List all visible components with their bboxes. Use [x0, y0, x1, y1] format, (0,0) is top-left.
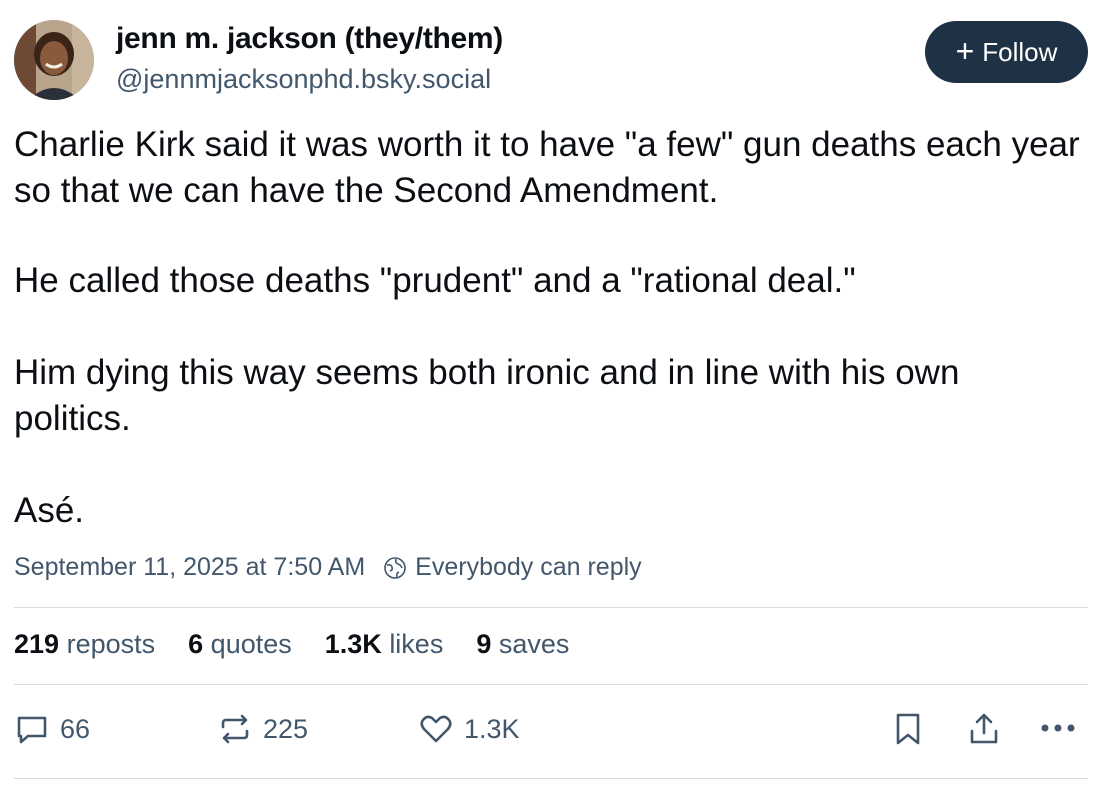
- reposts-count: 219: [14, 629, 60, 659]
- repost-icon: [217, 711, 253, 747]
- post-paragraph: Him dying this way seems both ironic and…: [14, 353, 960, 438]
- share-icon: [966, 713, 1002, 751]
- post-card: jenn m. jackson (they/them) @jennmjackso…: [0, 0, 1100, 785]
- like-count: 1.3K: [464, 713, 520, 744]
- engagement-stats: 219 reposts 6 quotes 1.3K likes 9 saves: [14, 629, 602, 660]
- bookmark-icon: [893, 713, 923, 751]
- reposts-label: reposts: [66, 629, 156, 659]
- reply-setting: Everybody can reply: [415, 553, 642, 581]
- repost-count: 225: [263, 713, 309, 744]
- avatar[interactable]: [14, 20, 94, 100]
- reply-bubble-icon: [14, 711, 50, 747]
- saves-label: saves: [498, 629, 570, 659]
- follow-button-label: Follow: [982, 36, 1058, 67]
- plus-icon: +: [955, 32, 975, 69]
- globe-icon: [383, 556, 407, 580]
- likes-count: 1.3K: [324, 629, 382, 659]
- more-options-button[interactable]: [1038, 716, 1078, 745]
- likes-label: likes: [389, 629, 444, 659]
- author-display-name[interactable]: jenn m. jackson (they/them): [116, 22, 503, 56]
- likes-stat[interactable]: 1.3K likes: [325, 629, 444, 660]
- divider: [14, 778, 1088, 779]
- follow-button[interactable]: + Follow: [925, 21, 1088, 83]
- more-dots-icon: [1038, 724, 1078, 744]
- divider: [14, 684, 1088, 685]
- reply-count: 66: [60, 713, 91, 744]
- repost-button[interactable]: 225: [217, 711, 308, 747]
- saves-stat[interactable]: 9 saves: [476, 629, 569, 660]
- reposts-stat[interactable]: 219 reposts: [14, 629, 155, 660]
- quotes-label: quotes: [210, 629, 292, 659]
- post-meta: September 11, 2025 at 7:50 AM Everybody …: [14, 553, 642, 582]
- share-button[interactable]: [966, 711, 1002, 752]
- saves-count: 9: [476, 629, 492, 659]
- post-timestamp[interactable]: September 11, 2025 at 7:50 AM: [14, 553, 365, 582]
- divider: [14, 607, 1088, 608]
- post-paragraph: He called those deaths "prudent" and a "…: [14, 261, 856, 300]
- post-paragraph: Asé.: [14, 491, 85, 530]
- bookmark-button[interactable]: [893, 711, 923, 752]
- post-paragraph: Charlie Kirk said it was worth it to hav…: [14, 125, 1080, 210]
- quotes-count: 6: [188, 629, 204, 659]
- reply-button[interactable]: 66: [14, 711, 90, 747]
- heart-icon: [418, 711, 454, 747]
- quotes-stat[interactable]: 6 quotes: [188, 629, 292, 660]
- like-button[interactable]: 1.3K: [418, 711, 520, 747]
- author-handle[interactable]: @jennmjacksonphd.bsky.social: [116, 64, 491, 95]
